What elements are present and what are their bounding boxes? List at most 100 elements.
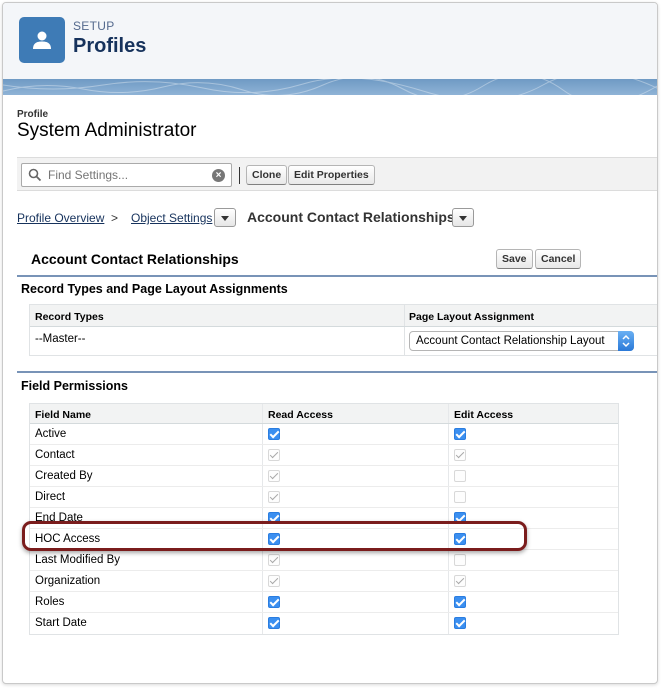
column-divider (448, 508, 449, 528)
table-header: Field Name Read Access Edit Access (30, 404, 618, 424)
object-settings-dropdown[interactable] (214, 208, 236, 227)
page-layout-value: Account Contact Relationship Layout (416, 335, 605, 347)
column-divider (262, 466, 263, 486)
read-access-checkbox (268, 554, 280, 566)
edit-access-checkbox[interactable] (454, 512, 466, 524)
select-arrows-icon (618, 331, 634, 351)
column-divider (262, 613, 263, 634)
header-banner (3, 79, 657, 95)
table-row: Last Modified By (30, 550, 618, 571)
column-divider (262, 508, 263, 528)
clear-search-icon[interactable]: × (212, 169, 225, 182)
table-row: End Date (30, 508, 618, 529)
field-name: Organization (35, 575, 101, 587)
column-divider (448, 550, 449, 570)
table-row: Start Date (30, 613, 618, 634)
edit-access-checkbox[interactable] (454, 596, 466, 608)
column-divider (262, 592, 263, 612)
edit-properties-button[interactable]: Edit Properties (288, 165, 375, 185)
object-dropdown[interactable] (452, 208, 474, 227)
column-divider (262, 571, 263, 591)
edit-access-checkbox[interactable] (454, 617, 466, 629)
column-divider (448, 466, 449, 486)
field-permissions-table: Field Name Read Access Edit Access Activ… (29, 403, 619, 635)
read-access-checkbox (268, 575, 280, 587)
profile-label: Profile (17, 109, 49, 120)
table-row: --Master-- Account Contact Relationship … (30, 327, 657, 355)
find-settings-input[interactable] (48, 167, 208, 183)
record-type-name: --Master-- (35, 333, 86, 345)
profile-user-icon (19, 17, 65, 63)
breadcrumb-current: Account Contact Relationships (247, 209, 455, 225)
field-name: HOC Access (35, 533, 101, 545)
field-name: Created By (35, 470, 93, 482)
record-types-section-title: Record Types and Page Layout Assignments (21, 282, 288, 296)
field-name: Roles (35, 596, 65, 608)
table-row: HOC Access (30, 529, 618, 550)
table-row: Roles (30, 592, 618, 613)
read-access-checkbox[interactable] (268, 596, 280, 608)
column-divider (262, 529, 263, 549)
col-page-layout: Page Layout Assignment (409, 311, 535, 323)
column-divider (404, 305, 405, 326)
search-icon (28, 168, 42, 182)
breadcrumb-profile-overview[interactable]: Profile Overview (17, 211, 104, 225)
edit-access-checkbox (454, 470, 466, 482)
edit-access-checkbox (454, 575, 466, 587)
field-name: Direct (35, 491, 66, 503)
column-divider (448, 613, 449, 634)
page-title: Profiles (73, 35, 147, 57)
setup-eyebrow: SETUP (73, 19, 115, 33)
breadcrumb-object-settings[interactable]: Object Settings (131, 211, 212, 225)
table-header: Record Types Page Layout Assignment (30, 305, 657, 327)
record-types-table: Record Types Page Layout Assignment --Ma… (29, 304, 657, 356)
toolbar-divider (239, 167, 240, 184)
edit-access-checkbox (454, 491, 466, 503)
cancel-button[interactable]: Cancel (535, 249, 582, 269)
column-divider (404, 327, 405, 355)
page-layout-select[interactable]: Account Contact Relationship Layout (409, 331, 634, 351)
app-window: SETUP Profiles Profile System Administra… (2, 2, 658, 684)
column-divider (262, 550, 263, 570)
col-field-name: Field Name (35, 409, 92, 421)
edit-access-checkbox (454, 449, 466, 461)
field-name: Start Date (35, 617, 87, 629)
column-divider (262, 445, 263, 465)
col-edit-access: Edit Access (454, 409, 514, 421)
read-access-checkbox (268, 449, 280, 461)
table-row: Active (30, 424, 618, 445)
field-name: Contact (35, 449, 75, 461)
read-access-checkbox (268, 491, 280, 503)
clone-button[interactable]: Clone (246, 165, 288, 185)
read-access-checkbox[interactable] (268, 512, 280, 524)
column-divider (262, 487, 263, 507)
table-row: Organization (30, 571, 618, 592)
find-settings-box[interactable]: × (21, 163, 232, 187)
field-name: End Date (35, 512, 83, 524)
table-row: Created By (30, 466, 618, 487)
column-divider (448, 424, 449, 444)
read-access-checkbox[interactable] (268, 533, 280, 545)
field-name: Active (35, 428, 67, 440)
column-divider (262, 404, 263, 423)
save-button[interactable]: Save (496, 249, 533, 269)
column-divider (448, 404, 449, 423)
edit-access-checkbox[interactable] (454, 428, 466, 440)
edit-access-checkbox (454, 554, 466, 566)
setup-header: SETUP Profiles (3, 3, 657, 79)
column-divider (448, 487, 449, 507)
breadcrumb-separator: > (111, 211, 119, 225)
read-access-checkbox[interactable] (268, 428, 280, 440)
profile-name: System Administrator (17, 120, 197, 141)
section-rule (17, 275, 657, 277)
field-permissions-section-title: Field Permissions (21, 379, 128, 393)
column-divider (262, 424, 263, 444)
read-access-checkbox (268, 470, 280, 482)
column-divider (448, 529, 449, 549)
field-name: Last Modified By (35, 554, 121, 566)
column-divider (448, 592, 449, 612)
settings-toolbar: × Clone Edit Properties (17, 157, 657, 191)
edit-access-checkbox[interactable] (454, 533, 466, 545)
read-access-checkbox[interactable] (268, 617, 280, 629)
col-record-types: Record Types (35, 311, 104, 323)
